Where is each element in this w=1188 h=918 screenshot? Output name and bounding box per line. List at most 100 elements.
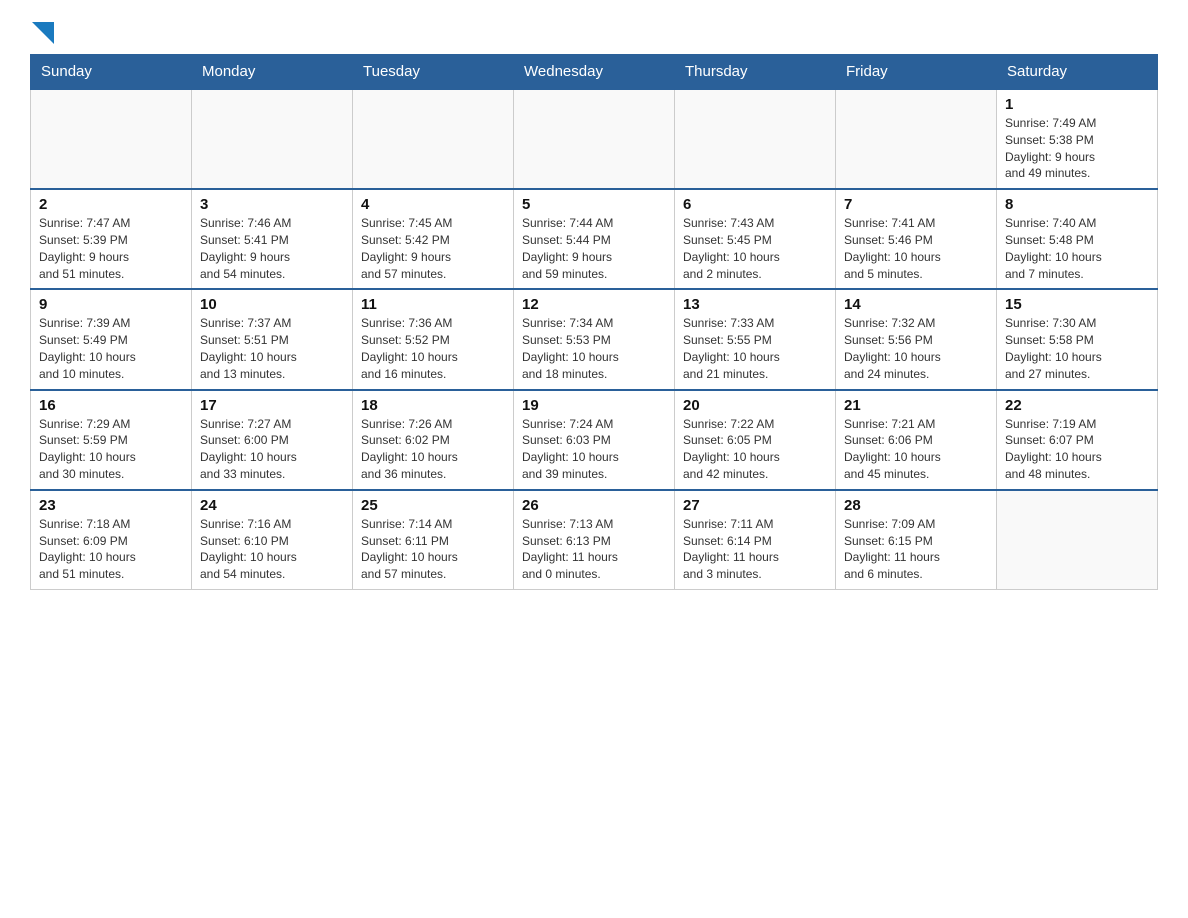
calendar-cell: 23 Sunrise: 7:18 AM Sunset: 6:09 PM Dayli… xyxy=(31,490,192,590)
day-info: Sunrise: 7:24 AM Sunset: 6:03 PM Dayligh… xyxy=(522,416,666,483)
calendar-cell xyxy=(31,89,192,189)
calendar-cell: 15 Sunrise: 7:30 AM Sunset: 5:58 PM Dayli… xyxy=(997,289,1158,389)
day-info: Sunrise: 7:26 AM Sunset: 6:02 PM Dayligh… xyxy=(361,416,505,483)
calendar-cell: 11 Sunrise: 7:36 AM Sunset: 5:52 PM Dayli… xyxy=(353,289,514,389)
logo xyxy=(30,20,54,44)
day-number: 19 xyxy=(522,397,666,414)
calendar-cell: 20 Sunrise: 7:22 AM Sunset: 6:05 PM Dayli… xyxy=(675,390,836,490)
weekday-header-thursday: Thursday xyxy=(675,55,836,90)
calendar-cell: 2 Sunrise: 7:47 AM Sunset: 5:39 PM Daylig… xyxy=(31,189,192,289)
calendar-cell xyxy=(836,89,997,189)
calendar-table: SundayMondayTuesdayWednesdayThursdayFrid… xyxy=(30,54,1158,590)
day-info: Sunrise: 7:27 AM Sunset: 6:00 PM Dayligh… xyxy=(200,416,344,483)
day-number: 26 xyxy=(522,497,666,514)
day-number: 2 xyxy=(39,196,183,213)
day-number: 20 xyxy=(683,397,827,414)
day-info: Sunrise: 7:47 AM Sunset: 5:39 PM Dayligh… xyxy=(39,215,183,282)
day-info: Sunrise: 7:29 AM Sunset: 5:59 PM Dayligh… xyxy=(39,416,183,483)
calendar-cell xyxy=(675,89,836,189)
calendar-cell: 21 Sunrise: 7:21 AM Sunset: 6:06 PM Dayli… xyxy=(836,390,997,490)
week-row-1: 1 Sunrise: 7:49 AM Sunset: 5:38 PM Daylig… xyxy=(31,89,1158,189)
day-number: 18 xyxy=(361,397,505,414)
calendar-cell: 3 Sunrise: 7:46 AM Sunset: 5:41 PM Daylig… xyxy=(192,189,353,289)
calendar-cell: 22 Sunrise: 7:19 AM Sunset: 6:07 PM Dayli… xyxy=(997,390,1158,490)
day-number: 8 xyxy=(1005,196,1149,213)
week-row-2: 2 Sunrise: 7:47 AM Sunset: 5:39 PM Daylig… xyxy=(31,189,1158,289)
day-info: Sunrise: 7:14 AM Sunset: 6:11 PM Dayligh… xyxy=(361,516,505,583)
day-number: 9 xyxy=(39,296,183,313)
day-number: 27 xyxy=(683,497,827,514)
day-number: 12 xyxy=(522,296,666,313)
calendar-cell: 12 Sunrise: 7:34 AM Sunset: 5:53 PM Dayli… xyxy=(514,289,675,389)
calendar-cell: 26 Sunrise: 7:13 AM Sunset: 6:13 PM Dayli… xyxy=(514,490,675,590)
day-number: 1 xyxy=(1005,96,1149,113)
week-row-4: 16 Sunrise: 7:29 AM Sunset: 5:59 PM Dayli… xyxy=(31,390,1158,490)
day-info: Sunrise: 7:37 AM Sunset: 5:51 PM Dayligh… xyxy=(200,315,344,382)
day-number: 14 xyxy=(844,296,988,313)
weekday-header-friday: Friday xyxy=(836,55,997,90)
day-info: Sunrise: 7:30 AM Sunset: 5:58 PM Dayligh… xyxy=(1005,315,1149,382)
day-info: Sunrise: 7:16 AM Sunset: 6:10 PM Dayligh… xyxy=(200,516,344,583)
weekday-header-wednesday: Wednesday xyxy=(514,55,675,90)
calendar-cell: 10 Sunrise: 7:37 AM Sunset: 5:51 PM Dayli… xyxy=(192,289,353,389)
day-info: Sunrise: 7:18 AM Sunset: 6:09 PM Dayligh… xyxy=(39,516,183,583)
day-number: 22 xyxy=(1005,397,1149,414)
day-info: Sunrise: 7:21 AM Sunset: 6:06 PM Dayligh… xyxy=(844,416,988,483)
calendar-cell: 27Sunrise: 7:11 AM Sunset: 6:14 PM Dayli… xyxy=(675,490,836,590)
day-info: Sunrise: 7:13 AM Sunset: 6:13 PM Dayligh… xyxy=(522,516,666,583)
calendar-cell: 18 Sunrise: 7:26 AM Sunset: 6:02 PM Dayli… xyxy=(353,390,514,490)
calendar-cell xyxy=(997,490,1158,590)
day-info: Sunrise: 7:22 AM Sunset: 6:05 PM Dayligh… xyxy=(683,416,827,483)
day-number: 3 xyxy=(200,196,344,213)
day-number: 5 xyxy=(522,196,666,213)
calendar-cell: 17 Sunrise: 7:27 AM Sunset: 6:00 PM Dayli… xyxy=(192,390,353,490)
weekday-header-saturday: Saturday xyxy=(997,55,1158,90)
weekday-header-monday: Monday xyxy=(192,55,353,90)
calendar-cell xyxy=(192,89,353,189)
day-info: Sunrise: 7:43 AM Sunset: 5:45 PM Dayligh… xyxy=(683,215,827,282)
day-number: 11 xyxy=(361,296,505,313)
day-info: Sunrise: 7:44 AM Sunset: 5:44 PM Dayligh… xyxy=(522,215,666,282)
week-row-3: 9 Sunrise: 7:39 AM Sunset: 5:49 PM Daylig… xyxy=(31,289,1158,389)
calendar-cell: 28Sunrise: 7:09 AM Sunset: 6:15 PM Dayli… xyxy=(836,490,997,590)
calendar-cell: 8 Sunrise: 7:40 AM Sunset: 5:48 PM Daylig… xyxy=(997,189,1158,289)
day-info: Sunrise: 7:39 AM Sunset: 5:49 PM Dayligh… xyxy=(39,315,183,382)
calendar-cell: 6Sunrise: 7:43 AM Sunset: 5:45 PM Daylig… xyxy=(675,189,836,289)
weekday-header-row: SundayMondayTuesdayWednesdayThursdayFrid… xyxy=(31,55,1158,90)
day-info: Sunrise: 7:34 AM Sunset: 5:53 PM Dayligh… xyxy=(522,315,666,382)
week-row-5: 23 Sunrise: 7:18 AM Sunset: 6:09 PM Dayli… xyxy=(31,490,1158,590)
page-header xyxy=(30,20,1158,44)
day-info: Sunrise: 7:09 AM Sunset: 6:15 PM Dayligh… xyxy=(844,516,988,583)
calendar-cell xyxy=(353,89,514,189)
day-info: Sunrise: 7:40 AM Sunset: 5:48 PM Dayligh… xyxy=(1005,215,1149,282)
day-number: 10 xyxy=(200,296,344,313)
day-number: 4 xyxy=(361,196,505,213)
day-info: Sunrise: 7:33 AM Sunset: 5:55 PM Dayligh… xyxy=(683,315,827,382)
calendar-cell xyxy=(514,89,675,189)
day-info: Sunrise: 7:49 AM Sunset: 5:38 PM Dayligh… xyxy=(1005,115,1149,182)
calendar-cell: 5 Sunrise: 7:44 AM Sunset: 5:44 PM Daylig… xyxy=(514,189,675,289)
day-info: Sunrise: 7:46 AM Sunset: 5:41 PM Dayligh… xyxy=(200,215,344,282)
calendar-cell: 9 Sunrise: 7:39 AM Sunset: 5:49 PM Daylig… xyxy=(31,289,192,389)
day-number: 21 xyxy=(844,397,988,414)
day-number: 17 xyxy=(200,397,344,414)
weekday-header-tuesday: Tuesday xyxy=(353,55,514,90)
day-number: 7 xyxy=(844,196,988,213)
day-info: Sunrise: 7:36 AM Sunset: 5:52 PM Dayligh… xyxy=(361,315,505,382)
day-number: 23 xyxy=(39,497,183,514)
calendar-cell: 14 Sunrise: 7:32 AM Sunset: 5:56 PM Dayli… xyxy=(836,289,997,389)
day-info: Sunrise: 7:45 AM Sunset: 5:42 PM Dayligh… xyxy=(361,215,505,282)
day-info: Sunrise: 7:19 AM Sunset: 6:07 PM Dayligh… xyxy=(1005,416,1149,483)
day-number: 24 xyxy=(200,497,344,514)
day-number: 15 xyxy=(1005,296,1149,313)
day-number: 13 xyxy=(683,296,827,313)
weekday-header-sunday: Sunday xyxy=(31,55,192,90)
day-number: 16 xyxy=(39,397,183,414)
calendar-cell: 25Sunrise: 7:14 AM Sunset: 6:11 PM Dayli… xyxy=(353,490,514,590)
day-info: Sunrise: 7:32 AM Sunset: 5:56 PM Dayligh… xyxy=(844,315,988,382)
calendar-cell: 1 Sunrise: 7:49 AM Sunset: 5:38 PM Daylig… xyxy=(997,89,1158,189)
calendar-cell: 7 Sunrise: 7:41 AM Sunset: 5:46 PM Daylig… xyxy=(836,189,997,289)
day-info: Sunrise: 7:41 AM Sunset: 5:46 PM Dayligh… xyxy=(844,215,988,282)
calendar-cell: 4 Sunrise: 7:45 AM Sunset: 5:42 PM Daylig… xyxy=(353,189,514,289)
calendar-cell: 19 Sunrise: 7:24 AM Sunset: 6:03 PM Dayli… xyxy=(514,390,675,490)
